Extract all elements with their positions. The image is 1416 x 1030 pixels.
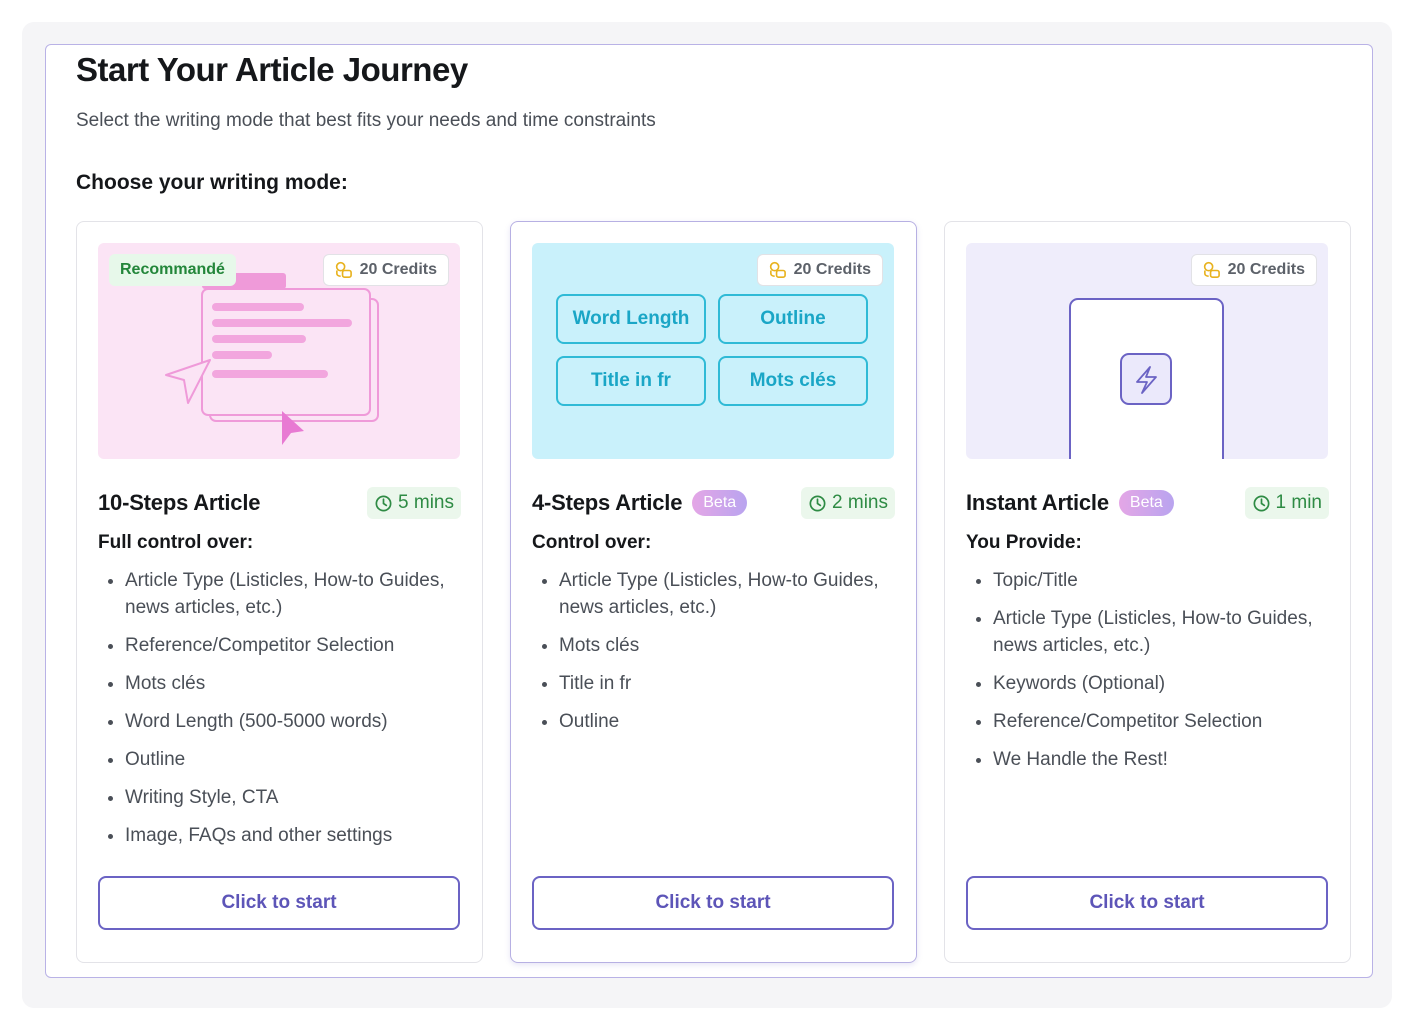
- mode-card-4-steps[interactable]: 20 Credits Word Length Outline Title in …: [510, 221, 917, 963]
- list-item: Topic/Title: [966, 567, 1316, 594]
- list-item: Mots clés: [98, 670, 448, 697]
- chip-keywords: Mots clés: [718, 356, 868, 406]
- chip-title: Title in fr: [556, 356, 706, 406]
- page-subtitle: Select the writing mode that best fits y…: [76, 110, 656, 131]
- card-title: 4-Steps Article: [532, 490, 683, 515]
- feature-list: Topic/Title Article Type (Listicles, How…: [966, 567, 1316, 784]
- start-button-4-steps[interactable]: Click to start: [532, 876, 894, 930]
- feature-list: Article Type (Listicles, How-to Guides, …: [98, 567, 448, 860]
- list-item: Reference/Competitor Selection: [966, 708, 1316, 735]
- card-title: Instant Article: [966, 490, 1109, 515]
- mode-card-10-steps[interactable]: Recommandé 20 Credits 10-Steps Article 5…: [76, 221, 483, 963]
- page-title: Start Your Article Journey: [76, 51, 468, 88]
- list-item: Outline: [98, 746, 448, 773]
- time-estimate: 1 min: [1244, 487, 1329, 519]
- list-item: Keywords (Optional): [966, 670, 1316, 697]
- clock-icon: [809, 495, 826, 511]
- control-label: Control over:: [532, 532, 652, 553]
- card-header: 10-Steps Article 5 mins: [98, 486, 461, 520]
- preview-illustration-4-steps: 20 Credits Word Length Outline Title in …: [532, 243, 894, 459]
- credits-label: 20 Credits: [793, 261, 871, 278]
- credits-badge: 20 Credits: [322, 254, 449, 286]
- list-item: Article Type (Listicles, How-to Guides, …: [98, 567, 448, 621]
- clock-icon: [1253, 495, 1270, 511]
- time-label: 1 min: [1275, 492, 1322, 513]
- time-label: 2 mins: [832, 492, 888, 513]
- list-item: We Handle the Rest!: [966, 746, 1316, 773]
- chip-outline: Outline: [718, 294, 868, 344]
- time-estimate: 2 mins: [801, 487, 895, 519]
- control-label: Full control over:: [98, 532, 254, 553]
- start-button-instant[interactable]: Click to start: [966, 876, 1328, 930]
- mode-card-instant[interactable]: 20 Credits Instant Article Beta 1 min Yo…: [944, 221, 1351, 963]
- coins-icon: [334, 261, 353, 280]
- credits-label: 20 Credits: [359, 261, 437, 278]
- card-header: 4-Steps Article Beta 2 mins: [532, 486, 895, 520]
- choose-mode-heading: Choose your writing mode:: [76, 171, 348, 194]
- list-item: Word Length (500-5000 words): [98, 708, 448, 735]
- control-label: You Provide:: [966, 532, 1082, 553]
- beta-badge: Beta: [1118, 490, 1174, 516]
- credits-badge: 20 Credits: [1190, 254, 1317, 286]
- credits-badge: 20 Credits: [756, 254, 883, 286]
- list-item: Article Type (Listicles, How-to Guides, …: [966, 605, 1316, 659]
- list-item: Outline: [532, 708, 882, 735]
- credits-label: 20 Credits: [1227, 261, 1305, 278]
- list-item: Article Type (Listicles, How-to Guides, …: [532, 567, 882, 621]
- list-item: Mots clés: [532, 632, 882, 659]
- time-estimate: 5 mins: [367, 487, 461, 519]
- list-item: Title in fr: [532, 670, 882, 697]
- feature-list: Article Type (Listicles, How-to Guides, …: [532, 567, 882, 746]
- list-item: Reference/Competitor Selection: [98, 632, 448, 659]
- clock-icon: [375, 495, 392, 511]
- recommended-badge: Recommandé: [109, 254, 236, 286]
- beta-badge: Beta: [692, 490, 748, 516]
- list-item: Writing Style, CTA: [98, 784, 448, 811]
- list-item: Image, FAQs and other settings: [98, 822, 448, 849]
- card-header: Instant Article Beta 1 min: [966, 486, 1329, 520]
- preview-illustration-instant: 20 Credits: [966, 243, 1328, 459]
- chip-word-length: Word Length: [556, 294, 706, 344]
- coins-icon: [1202, 261, 1221, 280]
- coins-icon: [768, 261, 787, 280]
- preview-illustration-10-steps: Recommandé 20 Credits: [98, 243, 460, 459]
- card-title: 10-Steps Article: [98, 490, 261, 515]
- start-button-10-steps[interactable]: Click to start: [98, 876, 460, 930]
- time-label: 5 mins: [398, 492, 454, 513]
- writing-mode-panel: Start Your Article Journey Select the wr…: [45, 44, 1373, 978]
